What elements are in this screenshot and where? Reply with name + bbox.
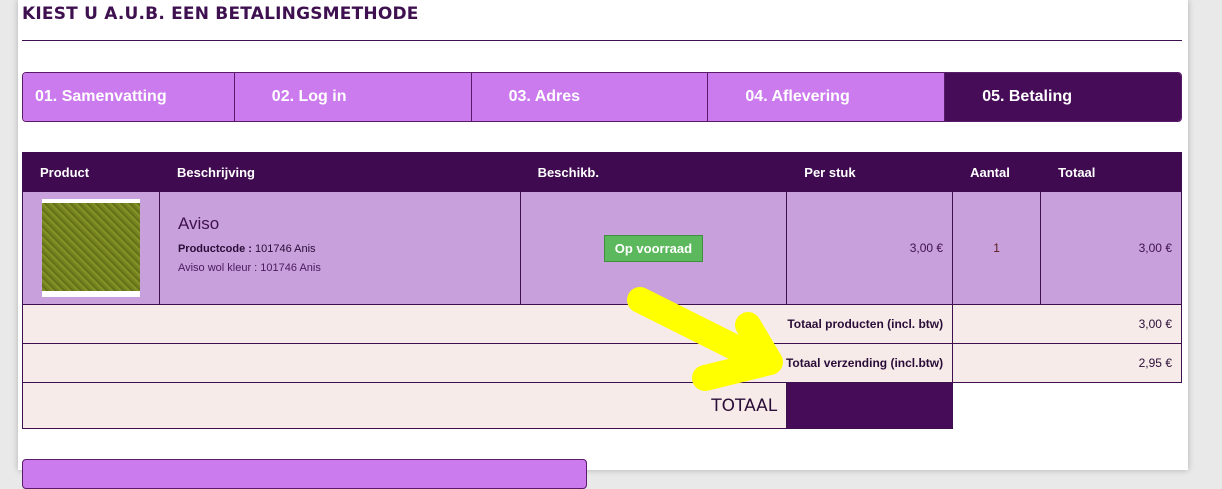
checkout-page: KIEST U A.U.B. EEN BETALINGSMETHODE 01. … — [18, 0, 1188, 489]
product-code-value: 101746 Anis — [254, 243, 316, 255]
shipping-total-value: 2,95 € — [952, 343, 1182, 383]
quantity: 1 — [952, 191, 1042, 305]
step-login[interactable]: 02. Log in — [234, 73, 472, 121]
product-image-cell — [22, 191, 160, 305]
products-total-label: Totaal producten (incl. btw) — [21, 304, 954, 344]
page-title: KIEST U A.U.B. EEN BETALINGSMETHODE — [22, 4, 419, 24]
step-summary[interactable]: 01. Samenvatting — [23, 73, 235, 121]
product-description: Aviso Productcode : 101746 Anis Aviso wo… — [158, 191, 521, 305]
col-quantity: Aantal — [952, 152, 1042, 192]
step-payment: 05. Betaling — [945, 73, 1181, 121]
empty-cell — [953, 383, 1182, 429]
col-availability: Beschikb. — [519, 152, 788, 192]
payment-method-panel[interactable] — [22, 459, 587, 489]
line-total: 3,00 € — [1040, 191, 1182, 305]
cart-table: Product Beschrijving Beschikb. Per stuk … — [21, 152, 1182, 429]
products-total-row: Totaal producten (incl. btw) 3,00 € — [21, 304, 1182, 344]
title-divider — [22, 40, 1182, 41]
product-thumbnail[interactable] — [42, 199, 140, 297]
product-code: Productcode : 101746 Anis — [178, 243, 520, 255]
in-stock-badge: Op voorraad — [603, 234, 704, 262]
product-code-label: Productcode : — [177, 243, 252, 255]
product-name[interactable]: Aviso — [178, 214, 520, 234]
col-product: Product — [22, 152, 160, 192]
grand-total-row: TOTAAL — [21, 382, 1182, 429]
checkout-steps: 01. Samenvatting 02. Log in 03. Adres 04… — [22, 72, 1182, 122]
availability-cell: Op voorraad — [519, 191, 788, 305]
shipping-total-label: Totaal verzending (incl.btw) — [21, 343, 954, 383]
table-row: Aviso Productcode : 101746 Anis Aviso wo… — [22, 191, 1182, 305]
products-total-value: 3,00 € — [952, 304, 1182, 344]
cart-header-row: Product Beschrijving Beschikb. Per stuk … — [22, 152, 1182, 192]
grand-total-label: TOTAAL — [21, 382, 788, 429]
product-attribute: Aviso wol kleur : 101746 Anis — [177, 262, 321, 274]
step-delivery[interactable]: 04. Aflevering — [708, 73, 946, 121]
yarn-image — [42, 203, 140, 291]
step-address[interactable]: 03. Adres — [471, 73, 709, 121]
unit-price: 3,00 € — [786, 191, 954, 305]
col-total: Totaal — [1040, 152, 1182, 192]
grand-total-value — [786, 382, 954, 429]
col-description: Beschrijving — [158, 152, 521, 192]
shipping-total-row: Totaal verzending (incl.btw) 2,95 € — [21, 343, 1182, 383]
col-unit-price: Per stuk — [786, 152, 954, 192]
